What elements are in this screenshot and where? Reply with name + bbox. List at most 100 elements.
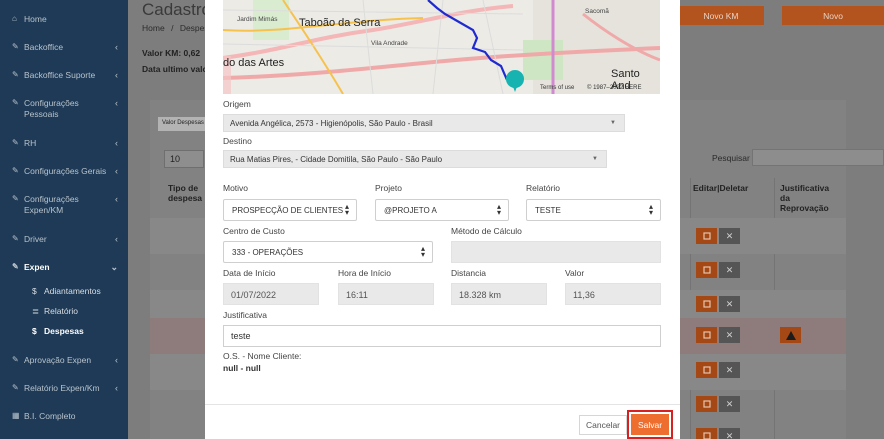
edit-button[interactable]: [696, 228, 717, 244]
route-map[interactable]: Jardim Mimás Taboão da Serra Sacomã Vila…: [223, 0, 660, 94]
close-icon: ✕: [725, 298, 734, 309]
origem-value: Avenida Angélica, 2573 - Higienópolis, S…: [230, 119, 433, 128]
warning-icon: [785, 330, 796, 340]
save-button[interactable]: Salvar: [631, 414, 669, 435]
edit-button[interactable]: [696, 428, 717, 439]
valor-km-text: Valor KM: 0,62: [142, 48, 201, 58]
delete-button[interactable]: ✕: [719, 396, 740, 412]
sidebar-item-label: Configurações Pessoais: [24, 98, 79, 119]
motivo-select[interactable]: PROSPECÇÃO DE CLIENTES ▴ ▾: [223, 199, 357, 221]
home-icon: ⌂: [12, 14, 17, 23]
page-size-select[interactable]: 10: [164, 150, 204, 168]
novo-km-button[interactable]: Novo KM: [678, 6, 764, 25]
sidebar-item-config-pessoais[interactable]: ✎ Configurações Pessoais ‹: [0, 98, 128, 120]
dollar-icon: $: [32, 286, 37, 296]
edit-icon: [702, 232, 711, 240]
edit-icon: ✎: [12, 42, 19, 51]
data-inicio-value: 01/07/2022: [231, 290, 277, 300]
distancia-label: Distancia: [451, 268, 486, 278]
sidebar-item-aprovacao-expen[interactable]: ✎ Aprovação Expen ‹: [0, 355, 128, 366]
sidebar-item-expen[interactable]: ✎ Expen ⌄: [0, 262, 128, 273]
sidebar-subitem-adiantamentos[interactable]: $ Adiantamentos: [32, 286, 101, 296]
sidebar-item-config-gerais[interactable]: ✎ Configurações Gerais ‹: [0, 166, 128, 177]
justificativa-input[interactable]: teste: [223, 325, 661, 347]
distancia-value: 18.328 km: [459, 290, 502, 300]
motivo-value: PROSPECÇÃO DE CLIENTES: [232, 206, 344, 215]
projeto-select[interactable]: @PROJETO A ▴ ▾: [375, 199, 509, 221]
sidebar-item-driver[interactable]: ✎ Driver ‹: [0, 234, 128, 245]
edit-icon: [702, 432, 711, 439]
sidebar-item-label: Relatório Expen/Km: [24, 383, 100, 393]
delete-button[interactable]: ✕: [719, 228, 740, 244]
delete-button[interactable]: ✕: [719, 262, 740, 278]
sidebar-subitem-label: Relatório: [44, 306, 79, 316]
map-attribution-terms[interactable]: Terms of use: [540, 85, 574, 91]
sidebar-item-relatorio-expen-km[interactable]: ✎ Relatório Expen/Km ‹: [0, 383, 128, 394]
delete-button[interactable]: ✕: [719, 327, 740, 343]
sidebar-item-home[interactable]: ⌂ Home: [0, 14, 128, 25]
edit-icon: ✎: [12, 234, 19, 243]
distancia-field: 18.328 km: [451, 283, 547, 305]
edit-icon: [702, 300, 711, 308]
cancel-button[interactable]: Cancelar: [579, 415, 627, 435]
relatorio-value: TESTE: [535, 206, 561, 215]
sidebar-subitem-relatorio[interactable]: ≣ Relatório: [32, 306, 78, 317]
warning-button[interactable]: [780, 327, 801, 343]
column-header-editar-deletar[interactable]: Editar|Deletar: [693, 183, 748, 193]
close-icon: ✕: [725, 329, 734, 340]
sidebar-subitem-despesas[interactable]: $ Despesas: [32, 326, 84, 336]
chevron-left-icon: ‹: [115, 383, 118, 393]
edit-icon: ✎: [12, 383, 19, 392]
caret-down-icon: ▼: [592, 156, 598, 162]
novo-button[interactable]: Novo: [782, 6, 884, 25]
sidebar-item-label: RH: [24, 138, 37, 148]
chevron-left-icon: ‹: [115, 98, 118, 108]
grid-icon: ▦: [12, 411, 20, 420]
chevron-left-icon: ‹: [115, 166, 118, 176]
breadcrumb-separator: /: [171, 23, 174, 33]
sidebar-item-label: Home: [24, 14, 47, 24]
edit-icon: ✎: [12, 262, 19, 271]
chevron-left-icon: ‹: [115, 194, 118, 204]
sidebar-item-label: Backoffice Suporte: [24, 70, 96, 80]
destino-select[interactable]: Rua Matias Pires, - Cidade Domitila, São…: [223, 150, 607, 168]
centro-custo-value: 333 - OPERAÇÕES: [232, 248, 304, 257]
hora-inicio-label: Hora de Início: [338, 268, 391, 278]
delete-button[interactable]: ✕: [719, 428, 740, 439]
projeto-label: Projeto: [375, 183, 402, 193]
sidebar-item-backoffice[interactable]: ✎ Backoffice ‹: [0, 42, 128, 53]
centro-custo-select[interactable]: 333 - OPERAÇÕES ▴ ▾: [223, 241, 433, 263]
save-button-highlight: Salvar: [627, 410, 673, 439]
map-label-sacoma: Sacomã: [585, 8, 609, 15]
sort-arrows-icon: ▴ ▾: [648, 202, 653, 217]
projeto-value: @PROJETO A: [384, 206, 437, 215]
search-input[interactable]: [752, 149, 884, 166]
delete-button[interactable]: ✕: [719, 362, 740, 378]
sidebar-item-config-expen-km[interactable]: ✎ Configurações Expen/KM ‹: [0, 194, 128, 216]
breadcrumb-home[interactable]: Home: [142, 23, 165, 33]
edit-button[interactable]: [696, 327, 717, 343]
column-header-tipo[interactable]: Tipo de despesa: [168, 183, 204, 203]
sidebar-item-label: Expen: [24, 262, 50, 272]
edit-button[interactable]: [696, 296, 717, 312]
edit-icon: ✎: [12, 355, 19, 364]
sidebar-item-rh[interactable]: ✎ RH ‹: [0, 138, 128, 149]
justificativa-value: teste: [231, 331, 251, 341]
sidebar-item-backoffice-suporte[interactable]: ✎ Backoffice Suporte ‹: [0, 70, 128, 81]
valor-field: 11,36: [565, 283, 661, 305]
column-header-justificativa[interactable]: Justificativa da Reprovação: [780, 183, 832, 213]
edit-button[interactable]: [696, 396, 717, 412]
delete-button[interactable]: ✕: [719, 296, 740, 312]
data-inicio-label: Data de Início: [223, 268, 276, 278]
map-label-jardim-mimas: Jardim Mimás: [237, 16, 278, 23]
column-header-label: Tipo de despesa: [168, 183, 203, 203]
chevron-left-icon: ‹: [115, 70, 118, 80]
edit-icon: [702, 266, 711, 274]
sidebar-item-bi-completo[interactable]: ▦ B.I. Completo: [0, 411, 128, 422]
relatorio-select[interactable]: TESTE ▴ ▾: [526, 199, 661, 221]
tab-valor-despesas[interactable]: Valor Despesas: [158, 117, 210, 131]
valor-label: Valor: [565, 268, 585, 278]
origem-select[interactable]: Avenida Angélica, 2573 - Higienópolis, S…: [223, 114, 625, 132]
edit-button[interactable]: [696, 362, 717, 378]
edit-button[interactable]: [696, 262, 717, 278]
